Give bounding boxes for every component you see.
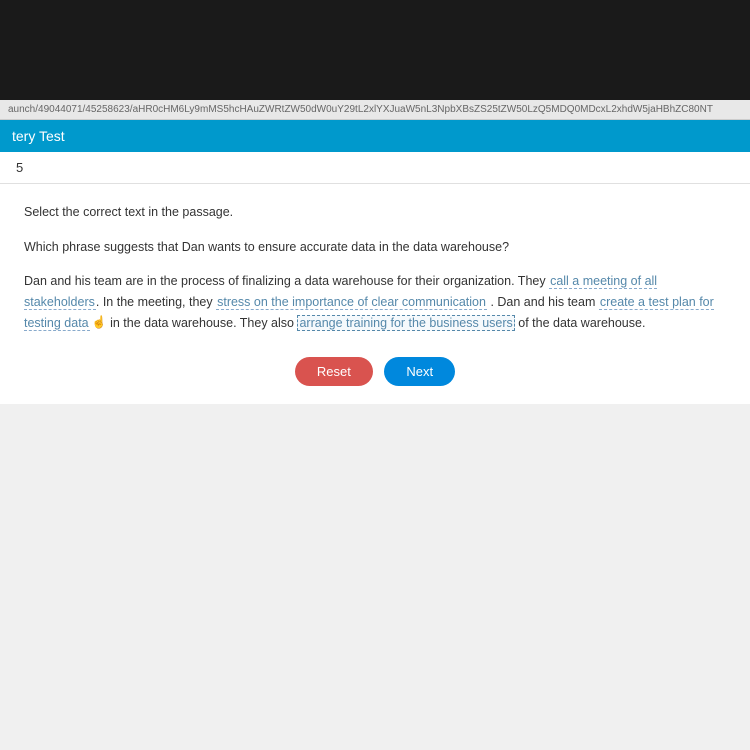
passage-text: in the data warehouse. They also [107,316,298,330]
next-button[interactable]: Next [384,357,455,386]
passage: Dan and his team are in the process of f… [24,271,726,333]
question-prompt: Which phrase suggests that Dan wants to … [24,237,726,258]
url-bar[interactable]: aunch/49044071/45258623/aHR0cHM6Ly9mMS5h… [0,100,750,120]
hand-cursor-icon: ☝ [92,313,107,333]
passage-text: . Dan and his team [487,295,599,309]
content-area: 5 Select the correct text in the passage… [0,152,750,404]
passage-text: of the data warehouse. [515,316,646,330]
reset-button[interactable]: Reset [295,357,373,386]
monitor-bezel [0,0,750,100]
header-title: tery Test [12,128,65,144]
instruction-text: Select the correct text in the passage. [24,202,726,223]
question-body: Select the correct text in the passage. … [0,184,750,404]
passage-text: Dan and his team are in the process of f… [24,274,549,288]
selectable-phrase-4[interactable]: arrange training for the business users [297,315,514,331]
selectable-phrase-2[interactable]: stress on the importance of clear commun… [216,295,487,310]
passage-text: . In the meeting, they [96,295,216,309]
question-number: 5 [0,152,750,184]
page-header: tery Test [0,120,750,152]
button-row: Reset Next [24,357,726,386]
